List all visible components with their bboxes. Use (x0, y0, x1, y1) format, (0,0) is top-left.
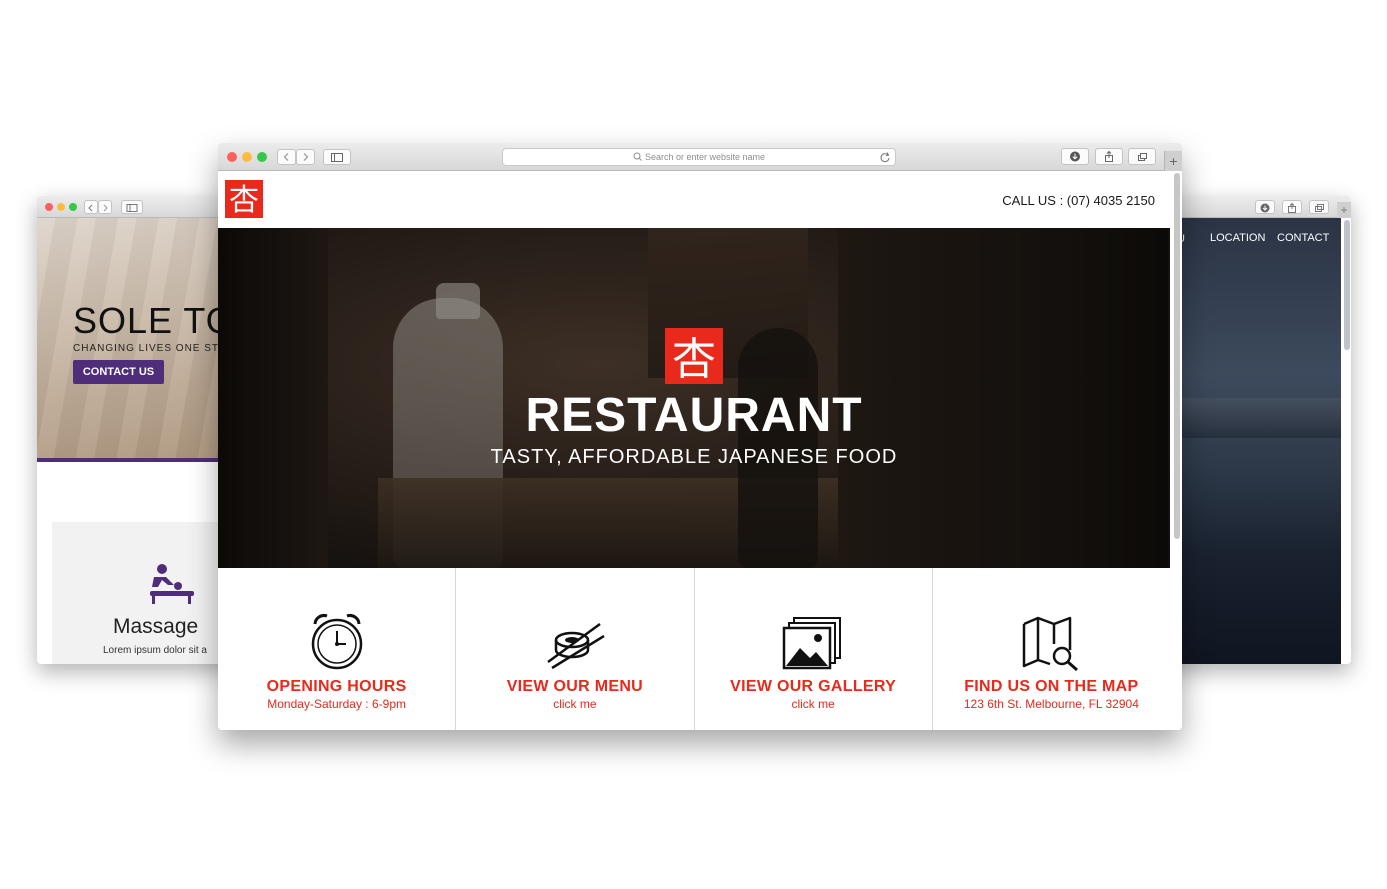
svg-text:杏: 杏 (229, 183, 259, 218)
nav-item-contact[interactable]: CONTACT (1277, 232, 1329, 244)
feature-title: VIEW OUR GALLERY (730, 678, 897, 695)
feature-subtitle: 123 6th St. Melbourne, FL 32904 (963, 697, 1139, 711)
hero-logo: 杏 (665, 328, 723, 385)
nav-item-location[interactable]: LOCATION (1210, 232, 1265, 244)
close-button[interactable] (45, 203, 53, 211)
share-button[interactable] (1282, 200, 1302, 214)
forward-button[interactable] (98, 200, 112, 214)
tabs-button[interactable] (1128, 148, 1156, 165)
download-icon (1070, 151, 1080, 162)
chevron-left-icon (283, 153, 289, 161)
browser-toolbar: Search or enter website name + (218, 143, 1182, 171)
hero-title: RESTAURANT (525, 389, 863, 442)
address-bar[interactable]: Search or enter website name (502, 148, 896, 166)
site-logo[interactable]: 杏 (225, 180, 263, 218)
download-icon (1260, 203, 1270, 213)
site-header: 杏 CALL US : (07) 4035 2150 (218, 171, 1170, 228)
browser-window-main: Search or enter website name + 杏 CALL US… (218, 143, 1182, 730)
share-icon (1288, 202, 1296, 213)
forward-button[interactable] (296, 149, 315, 165)
feature-opening-hours[interactable]: OPENING HOURS Monday-Saturday : 6-9pm (218, 568, 457, 730)
hero-subtitle: TASTY, AFFORDABLE JAPANESE FOOD (490, 446, 898, 468)
chevron-left-icon (88, 204, 93, 212)
close-button[interactable] (227, 152, 237, 162)
chevron-right-icon (103, 204, 108, 212)
zoom-button[interactable] (69, 203, 77, 211)
gallery-images-icon (782, 617, 842, 670)
service-label: Massage (113, 615, 199, 638)
sidebar-icon (331, 153, 343, 162)
feature-view-gallery[interactable]: VIEW OUR GALLERY click me (695, 568, 933, 730)
feature-subtitle: Monday-Saturday : 6-9pm (267, 697, 406, 711)
feature-title: VIEW OUR MENU (506, 678, 644, 695)
chevron-right-icon (303, 153, 309, 161)
back-button[interactable] (277, 149, 296, 165)
hero-banner: 杏 RESTAURANT TASTY, AFFORDABLE JAPANESE … (218, 228, 1170, 568)
service-card (52, 522, 222, 664)
contact-us-button[interactable]: CONTACT US (73, 360, 164, 384)
massage-icon (150, 564, 194, 604)
feature-title: FIND US ON THE MAP (964, 678, 1139, 695)
feature-subtitle: click me (791, 697, 835, 711)
left-site-title: SOLE TO (73, 300, 235, 341)
downloads-button[interactable] (1255, 200, 1275, 214)
downloads-button[interactable] (1061, 148, 1089, 165)
address-placeholder: Search or enter website name (503, 152, 895, 162)
feature-subtitle: click me (553, 697, 597, 711)
tabs-icon (1315, 204, 1324, 212)
feature-title: OPENING HOURS (266, 678, 407, 695)
new-tab-button[interactable]: + (1337, 202, 1351, 218)
tabs-icon (1138, 153, 1147, 161)
call-us-phone[interactable]: CALL US : (07) 4035 2150 (1002, 193, 1155, 208)
minimize-button[interactable] (242, 152, 252, 162)
kanji-logo-icon: 杏 (672, 334, 716, 385)
feature-row: OPENING HOURS Monday-Saturday : 6-9pm VI… (218, 568, 1170, 730)
svg-text:杏: 杏 (672, 334, 716, 384)
tabs-button[interactable] (1309, 200, 1329, 214)
feature-find-map[interactable]: FIND US ON THE MAP 123 6th St. Melbourne… (933, 568, 1170, 730)
share-button[interactable] (1095, 148, 1123, 165)
sidebar-button[interactable] (323, 149, 351, 165)
feature-view-menu[interactable]: VIEW OUR MENU click me (456, 568, 695, 730)
map-search-icon (1023, 616, 1079, 672)
new-tab-button[interactable]: + (1164, 151, 1182, 171)
share-icon (1105, 150, 1113, 162)
kanji-logo-icon: 杏 (229, 183, 259, 218)
address-placeholder-text: Search or enter website name (644, 152, 766, 162)
scrollbar[interactable] (1174, 173, 1180, 539)
scrollbar[interactable] (1344, 220, 1350, 350)
service-description: Lorem ipsum dolor sit a (103, 645, 207, 656)
sushi-chopsticks-icon (547, 622, 605, 670)
minimize-button[interactable] (57, 203, 65, 211)
back-button[interactable] (84, 200, 98, 214)
left-site-subtitle: CHANGING LIVES ONE STE (73, 343, 227, 354)
reload-icon[interactable] (879, 151, 891, 163)
sidebar-button[interactable] (121, 200, 143, 214)
alarm-clock-icon (311, 614, 362, 670)
sidebar-icon (126, 204, 138, 212)
search-icon (633, 152, 642, 161)
zoom-button[interactable] (257, 152, 267, 162)
